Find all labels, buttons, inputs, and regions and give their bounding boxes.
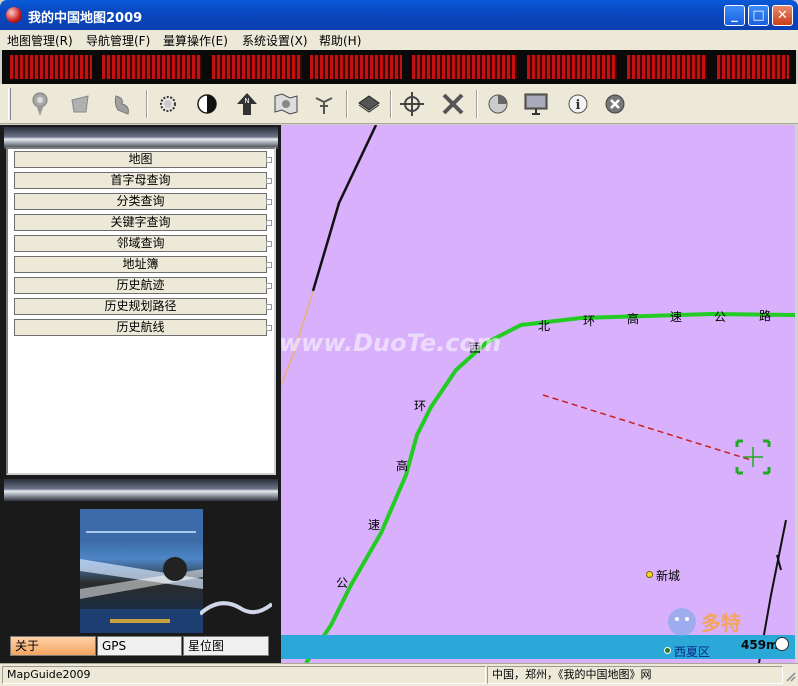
map-view[interactable]: 西 北 环 高 速 公 路 环 高 速 公 路 www.DuoTe.com 新城… xyxy=(281,125,795,663)
place-marker-icon xyxy=(646,571,653,578)
menu-list-item-track-history[interactable]: 历史航迹 xyxy=(14,277,272,294)
logo-watermark: 多特 xyxy=(701,611,741,635)
menu-list-item-route-history[interactable]: 历史规划路径 xyxy=(14,298,272,315)
tab-star-chart[interactable]: 星位图 xyxy=(183,636,269,656)
satellite-icon[interactable] xyxy=(310,90,338,118)
place-label-xixia[interactable]: 西夏区 xyxy=(674,643,710,660)
splash-image xyxy=(80,509,203,633)
route-line xyxy=(542,394,752,461)
tab-gps[interactable]: GPS xyxy=(97,636,182,656)
menu-list-item-address-book[interactable]: 地址簿 xyxy=(14,256,272,273)
road-label-char: 公 xyxy=(714,310,727,324)
road-label-char: 公 xyxy=(336,576,349,590)
led-display xyxy=(2,50,796,84)
menu-list-item-nearby-search[interactable]: 邻域查询 xyxy=(14,235,272,252)
panel-header-band xyxy=(4,127,278,149)
minimize-button[interactable]: _ xyxy=(724,5,745,26)
function-menu-list: 地图 首字母查询 分类查询 关键字查询 邻域查询 地址簿 历史航迹 历史规划路径… xyxy=(6,147,276,475)
maximize-button[interactable]: □ xyxy=(748,5,769,26)
menu-map-management[interactable]: 地图管理(R) xyxy=(7,32,73,49)
menu-list-item-initial-search[interactable]: 首字母查询 xyxy=(14,172,272,189)
scale-label: 459m xyxy=(741,638,779,652)
toolbar: N i xyxy=(0,84,798,124)
menu-measure[interactable]: 量算操作(E) xyxy=(163,32,228,49)
svg-text:i: i xyxy=(576,98,581,113)
road-label-char: 高 xyxy=(627,312,640,326)
app-icon xyxy=(6,7,22,23)
resize-grip-icon[interactable] xyxy=(784,670,796,682)
title-bar: 我的中国地图2009 _ □ ✕ xyxy=(0,0,798,30)
menu-settings[interactable]: 系统设置(X) xyxy=(242,32,308,49)
status-app-name: MapGuide2009 xyxy=(2,666,486,684)
map-bottom-strip xyxy=(281,635,795,659)
road-label-char: 环 xyxy=(414,399,427,413)
north-arrow-icon[interactable]: N xyxy=(233,90,261,118)
moon-icon[interactable] xyxy=(193,90,221,118)
monitor-icon[interactable] xyxy=(522,90,550,118)
road-black-north xyxy=(311,125,378,292)
pie-chart-icon[interactable] xyxy=(484,90,512,118)
crosshair-icon[interactable] xyxy=(398,90,426,118)
menu-bar: 地图管理(R) 导航管理(F) 量算操作(E) 系统设置(X) 帮助(H) xyxy=(0,30,798,50)
status-location: 中国，郑州，《我的中国地图》网 xyxy=(487,666,783,684)
close-circle-icon[interactable] xyxy=(601,90,629,118)
place-label-xincheng[interactable]: 新城 xyxy=(656,567,680,584)
map-icon[interactable] xyxy=(272,90,300,118)
compass-icon[interactable] xyxy=(775,637,789,651)
close-button[interactable]: ✕ xyxy=(772,5,793,26)
road-label-char: 环 xyxy=(583,314,596,328)
menu-navigation[interactable]: 导航管理(F) xyxy=(86,32,150,49)
hand-icon[interactable] xyxy=(66,90,94,118)
splash-decoration xyxy=(200,601,272,616)
place-marker-icon xyxy=(664,647,671,654)
sun-icon[interactable] xyxy=(154,90,182,118)
tools-icon[interactable] xyxy=(439,90,467,118)
menu-list-item-map[interactable]: 地图 xyxy=(14,151,272,168)
menu-list-item-category-search[interactable]: 分类查询 xyxy=(14,193,272,210)
svg-text:N: N xyxy=(244,97,249,105)
window-title: 我的中国地图2009 xyxy=(28,11,143,26)
menu-list-item-course-history[interactable]: 历史航线 xyxy=(14,319,272,336)
layer-icon[interactable] xyxy=(355,90,383,118)
panel-footer-band xyxy=(4,479,278,501)
menu-help[interactable]: 帮助(H) xyxy=(319,32,361,49)
map-crosshair-icon xyxy=(735,439,771,475)
bird-icon[interactable] xyxy=(108,90,136,118)
road-label-char: 北 xyxy=(538,319,551,333)
road-label-char: 速 xyxy=(670,310,683,324)
menu-list-item-keyword-search[interactable]: 关键字查询 xyxy=(14,214,272,231)
tab-about[interactable]: 关于 xyxy=(10,636,96,656)
status-bar: MapGuide2009 中国，郑州，《我的中国地图》网 xyxy=(0,663,798,686)
info-icon[interactable]: i xyxy=(564,90,592,118)
road-label-char: 速 xyxy=(368,518,381,532)
toolbar-grip[interactable] xyxy=(8,88,11,120)
road-label-char: 高 xyxy=(396,459,409,473)
watermark: www.DuoTe.com xyxy=(281,329,501,357)
pin-icon[interactable] xyxy=(26,90,54,118)
logo-mascot-icon xyxy=(668,608,696,636)
road-label-char: 路 xyxy=(759,309,772,323)
